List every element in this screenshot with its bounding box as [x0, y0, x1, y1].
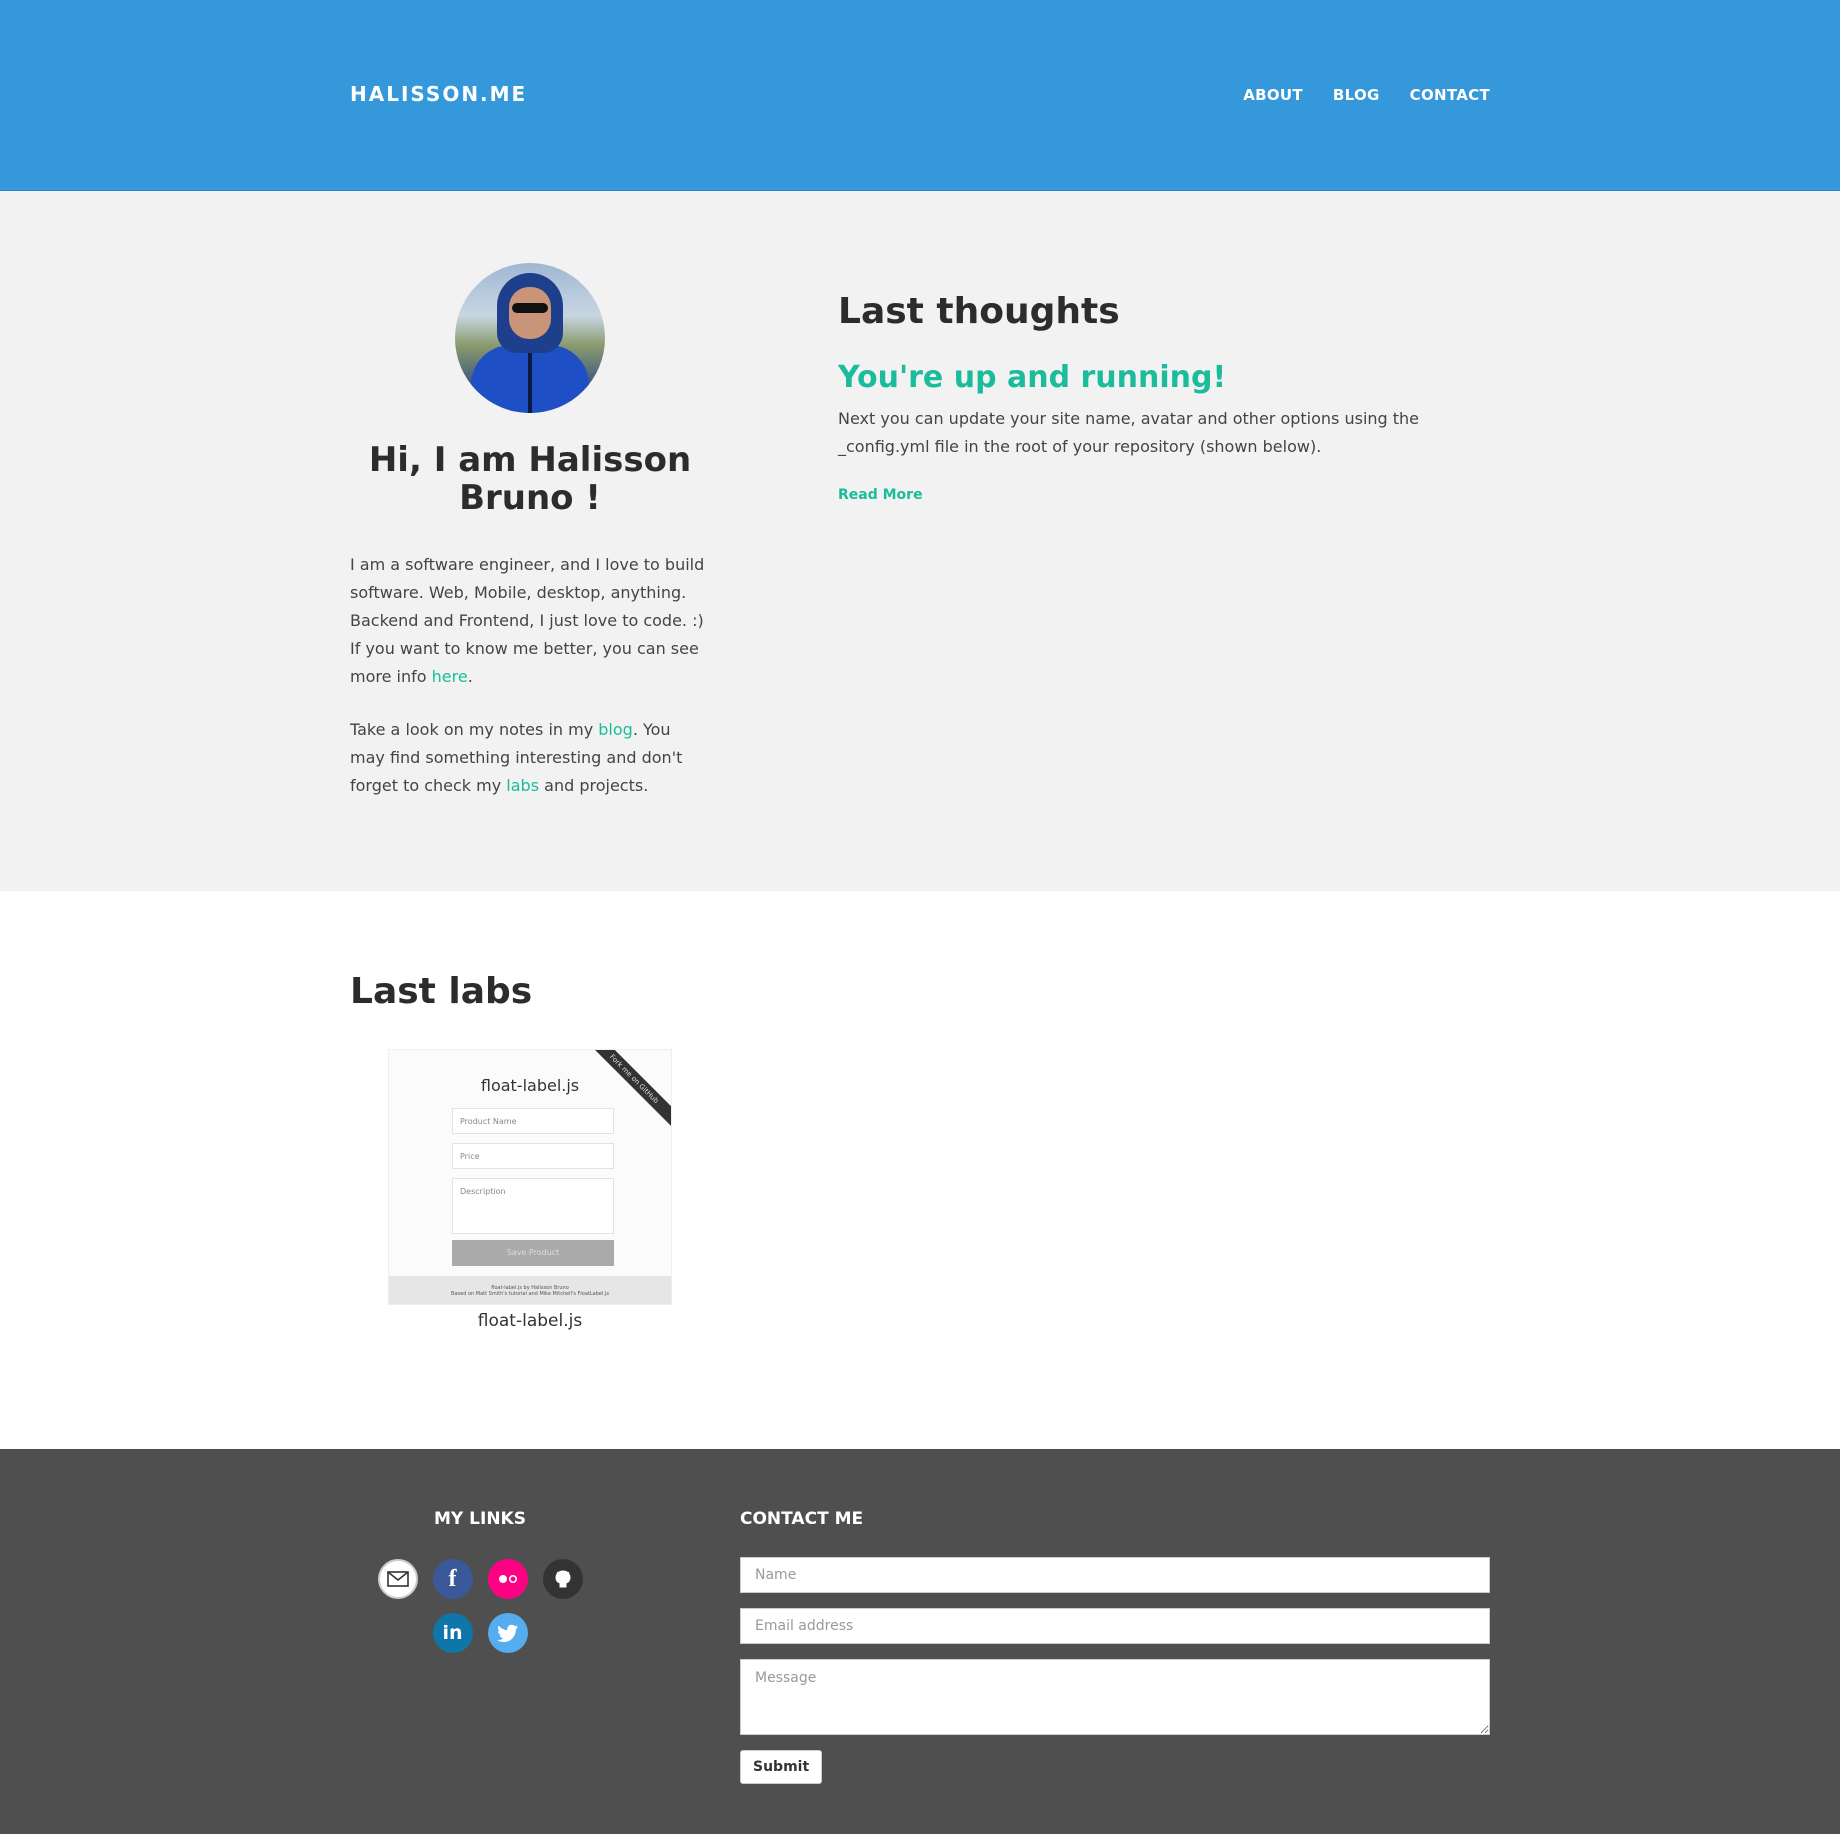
site-header: HALISSON.ME ABOUT BLOG CONTACT: [0, 0, 1840, 191]
thumb-button: Save Product: [452, 1240, 614, 1266]
flickr-icon[interactable]: [487, 1559, 528, 1599]
my-links-panel: MY LINKS f in: [350, 1509, 610, 1653]
twitter-icon[interactable]: [487, 1613, 528, 1653]
submit-button[interactable]: Submit: [740, 1750, 823, 1784]
facebook-icon[interactable]: f: [432, 1559, 473, 1599]
thumb-field: Description: [452, 1178, 614, 1234]
message-field[interactable]: [740, 1659, 1490, 1735]
avatar: [455, 263, 605, 413]
thumb-footer: float-label.js by Halisson Bruno Based o…: [389, 1276, 671, 1304]
email-field[interactable]: [740, 1608, 1490, 1644]
name-field[interactable]: [740, 1557, 1490, 1593]
nav-about[interactable]: ABOUT: [1243, 86, 1303, 104]
nav-contact[interactable]: CONTACT: [1410, 86, 1490, 104]
bio-paragraph-2: Take a look on my notes in my blog. You …: [350, 720, 683, 795]
contact-me-heading: CONTACT ME: [740, 1509, 864, 1529]
labs-section: Last labs Fork me on GitHub float-label.…: [0, 891, 1840, 1449]
thumb-field: Product Name: [452, 1108, 614, 1134]
linkedin-icon[interactable]: in: [432, 1613, 473, 1653]
blog-link[interactable]: blog: [598, 720, 633, 739]
read-more-link[interactable]: Read More: [838, 487, 923, 503]
profile-panel: Hi, I am Halisson Bruno ! I am a softwar…: [350, 263, 710, 800]
bio-paragraph-1: I am a software engineer, and I love to …: [350, 555, 705, 686]
github-icon[interactable]: [542, 1559, 583, 1599]
thumb-field: Price: [452, 1143, 614, 1169]
about-link[interactable]: here: [432, 667, 468, 686]
site-footer: MY LINKS f in CONTACT ME Name Email addr…: [0, 1449, 1840, 1834]
lab-card[interactable]: Fork me on GitHub float-label.js Product…: [388, 1049, 672, 1331]
nav-blog[interactable]: BLOG: [1333, 86, 1380, 104]
thumb-title: float-label.js: [480, 1076, 580, 1095]
hero-section: Hi, I am Halisson Bruno ! I am a softwar…: [0, 191, 1840, 891]
last-labs-heading: Last labs: [350, 971, 533, 1012]
site-logo[interactable]: HALISSON.ME: [350, 82, 527, 106]
contact-form: CONTACT ME Submit: [740, 1509, 1490, 1784]
bio-text: I am a software engineer, and I love to …: [350, 551, 710, 800]
email-icon[interactable]: [377, 1559, 418, 1599]
social-icons: f in: [375, 1559, 585, 1653]
labs-link[interactable]: labs: [506, 776, 539, 795]
greeting-heading: Hi, I am Halisson Bruno !: [368, 440, 692, 518]
my-links-heading: MY LINKS: [434, 1509, 526, 1529]
lab-thumbnail: Fork me on GitHub float-label.js Product…: [388, 1049, 672, 1305]
last-thoughts-panel: Last thoughts You're up and running! Nex…: [838, 291, 1438, 503]
post-title-link[interactable]: You're up and running!: [838, 360, 1438, 395]
lab-caption: float-label.js: [477, 1311, 583, 1331]
post-excerpt: Next you can update your site name, avat…: [838, 409, 1420, 456]
last-thoughts-heading: Last thoughts: [838, 291, 1120, 332]
main-nav: ABOUT BLOG CONTACT: [1243, 86, 1490, 104]
